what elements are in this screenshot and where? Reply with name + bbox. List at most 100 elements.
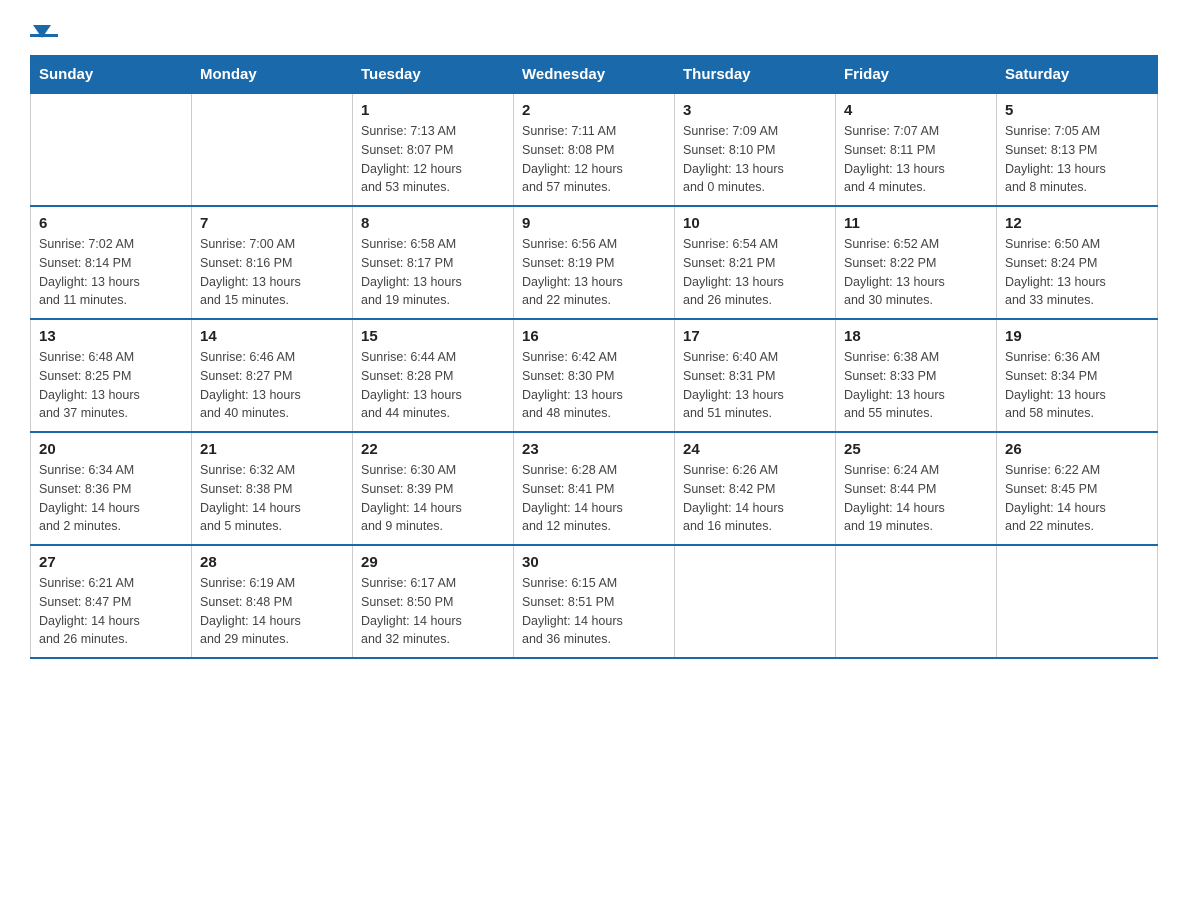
day-number: 20 — [39, 441, 183, 458]
calendar-cell: 3 Sunrise: 7:09 AMSunset: 8:10 PMDaylight… — [675, 94, 836, 207]
day-info: Sunrise: 7:02 AMSunset: 8:14 PMDaylight:… — [39, 235, 183, 310]
calendar-cell: 2 Sunrise: 7:11 AMSunset: 8:08 PMDaylight… — [514, 94, 675, 207]
calendar-cell: 22 Sunrise: 6:30 AMSunset: 8:39 PMDayligh… — [353, 432, 514, 545]
day-number: 1 — [361, 102, 505, 119]
day-number: 16 — [522, 328, 666, 345]
day-number: 6 — [39, 215, 183, 232]
day-info: Sunrise: 6:58 AMSunset: 8:17 PMDaylight:… — [361, 235, 505, 310]
day-number: 25 — [844, 441, 988, 458]
day-info: Sunrise: 6:54 AMSunset: 8:21 PMDaylight:… — [683, 235, 827, 310]
day-info: Sunrise: 6:34 AMSunset: 8:36 PMDaylight:… — [39, 461, 183, 536]
day-number: 17 — [683, 328, 827, 345]
calendar-cell: 19Sunrise: 6:36 AMSunset: 8:34 PMDayligh… — [997, 319, 1158, 432]
header-wednesday: Wednesday — [514, 56, 675, 94]
day-number: 27 — [39, 554, 183, 571]
day-number: 24 — [683, 441, 827, 458]
day-number: 11 — [844, 215, 988, 232]
calendar-cell: 11 Sunrise: 6:52 AMSunset: 8:22 PMDayligh… — [836, 206, 997, 319]
day-number: 14 — [200, 328, 344, 345]
day-number: 9 — [522, 215, 666, 232]
day-number: 28 — [200, 554, 344, 571]
calendar-cell: 12 Sunrise: 6:50 AMSunset: 8:24 PMDayligh… — [997, 206, 1158, 319]
calendar-table: SundayMondayTuesdayWednesdayThursdayFrid… — [30, 55, 1158, 659]
day-number: 22 — [361, 441, 505, 458]
calendar-cell — [836, 545, 997, 658]
calendar-week-row: 6 Sunrise: 7:02 AMSunset: 8:14 PMDaylight… — [31, 206, 1158, 319]
calendar-cell — [997, 545, 1158, 658]
calendar-cell: 25 Sunrise: 6:24 AMSunset: 8:44 PMDayligh… — [836, 432, 997, 545]
header-monday: Monday — [192, 56, 353, 94]
calendar-cell: 1Sunrise: 7:13 AMSunset: 8:07 PMDaylight… — [353, 94, 514, 207]
header-sunday: Sunday — [31, 56, 192, 94]
day-info: Sunrise: 6:30 AMSunset: 8:39 PMDaylight:… — [361, 461, 505, 536]
day-info: Sunrise: 7:09 AMSunset: 8:10 PMDaylight:… — [683, 122, 827, 197]
day-info: Sunrise: 6:52 AMSunset: 8:22 PMDaylight:… — [844, 235, 988, 310]
header-saturday: Saturday — [997, 56, 1158, 94]
calendar-cell: 14 Sunrise: 6:46 AMSunset: 8:27 PMDayligh… — [192, 319, 353, 432]
day-info: Sunrise: 7:11 AMSunset: 8:08 PMDaylight:… — [522, 122, 666, 197]
day-info: Sunrise: 6:17 AMSunset: 8:50 PMDaylight:… — [361, 574, 505, 649]
header-thursday: Thursday — [675, 56, 836, 94]
day-info: Sunrise: 6:44 AMSunset: 8:28 PMDaylight:… — [361, 348, 505, 423]
calendar-cell — [675, 545, 836, 658]
day-number: 5 — [1005, 102, 1149, 119]
day-number: 29 — [361, 554, 505, 571]
calendar-week-row: 27 Sunrise: 6:21 AMSunset: 8:47 PMDayligh… — [31, 545, 1158, 658]
calendar-cell: 29 Sunrise: 6:17 AMSunset: 8:50 PMDayligh… — [353, 545, 514, 658]
day-number: 23 — [522, 441, 666, 458]
day-number: 7 — [200, 215, 344, 232]
calendar-week-row: 1Sunrise: 7:13 AMSunset: 8:07 PMDaylight… — [31, 94, 1158, 207]
calendar-cell: 10 Sunrise: 6:54 AMSunset: 8:21 PMDayligh… — [675, 206, 836, 319]
day-info: Sunrise: 6:40 AMSunset: 8:31 PMDaylight:… — [683, 348, 827, 423]
day-info: Sunrise: 6:15 AMSunset: 8:51 PMDaylight:… — [522, 574, 666, 649]
calendar-cell: 24 Sunrise: 6:26 AMSunset: 8:42 PMDayligh… — [675, 432, 836, 545]
calendar-header-row: SundayMondayTuesdayWednesdayThursdayFrid… — [31, 56, 1158, 94]
calendar-cell: 26 Sunrise: 6:22 AMSunset: 8:45 PMDayligh… — [997, 432, 1158, 545]
day-info: Sunrise: 6:32 AMSunset: 8:38 PMDaylight:… — [200, 461, 344, 536]
calendar-cell: 8 Sunrise: 6:58 AMSunset: 8:17 PMDaylight… — [353, 206, 514, 319]
calendar-cell: 20 Sunrise: 6:34 AMSunset: 8:36 PMDayligh… — [31, 432, 192, 545]
logo — [30, 20, 58, 37]
day-info: Sunrise: 6:38 AMSunset: 8:33 PMDaylight:… — [844, 348, 988, 423]
day-number: 8 — [361, 215, 505, 232]
logo-triangle-icon — [33, 25, 51, 38]
day-number: 2 — [522, 102, 666, 119]
page-header — [30, 20, 1158, 37]
calendar-week-row: 20 Sunrise: 6:34 AMSunset: 8:36 PMDayligh… — [31, 432, 1158, 545]
calendar-cell: 28 Sunrise: 6:19 AMSunset: 8:48 PMDayligh… — [192, 545, 353, 658]
calendar-cell: 6 Sunrise: 7:02 AMSunset: 8:14 PMDaylight… — [31, 206, 192, 319]
day-info: Sunrise: 7:05 AMSunset: 8:13 PMDaylight:… — [1005, 122, 1149, 197]
calendar-cell: 15 Sunrise: 6:44 AMSunset: 8:28 PMDayligh… — [353, 319, 514, 432]
calendar-cell: 30 Sunrise: 6:15 AMSunset: 8:51 PMDayligh… — [514, 545, 675, 658]
header-tuesday: Tuesday — [353, 56, 514, 94]
day-info: Sunrise: 6:26 AMSunset: 8:42 PMDaylight:… — [683, 461, 827, 536]
day-number: 26 — [1005, 441, 1149, 458]
day-info: Sunrise: 7:00 AMSunset: 8:16 PMDaylight:… — [200, 235, 344, 310]
calendar-cell — [192, 94, 353, 207]
day-info: Sunrise: 6:42 AMSunset: 8:30 PMDaylight:… — [522, 348, 666, 423]
day-info: Sunrise: 7:07 AMSunset: 8:11 PMDaylight:… — [844, 122, 988, 197]
calendar-cell: 27 Sunrise: 6:21 AMSunset: 8:47 PMDayligh… — [31, 545, 192, 658]
day-info: Sunrise: 6:22 AMSunset: 8:45 PMDaylight:… — [1005, 461, 1149, 536]
day-number: 4 — [844, 102, 988, 119]
day-info: Sunrise: 6:56 AMSunset: 8:19 PMDaylight:… — [522, 235, 666, 310]
day-info: Sunrise: 6:19 AMSunset: 8:48 PMDaylight:… — [200, 574, 344, 649]
calendar-week-row: 13Sunrise: 6:48 AMSunset: 8:25 PMDayligh… — [31, 319, 1158, 432]
day-info: Sunrise: 6:46 AMSunset: 8:27 PMDaylight:… — [200, 348, 344, 423]
calendar-cell: 13Sunrise: 6:48 AMSunset: 8:25 PMDayligh… — [31, 319, 192, 432]
day-number: 10 — [683, 215, 827, 232]
day-number: 12 — [1005, 215, 1149, 232]
day-info: Sunrise: 6:24 AMSunset: 8:44 PMDaylight:… — [844, 461, 988, 536]
calendar-cell: 21 Sunrise: 6:32 AMSunset: 8:38 PMDayligh… — [192, 432, 353, 545]
day-info: Sunrise: 6:28 AMSunset: 8:41 PMDaylight:… — [522, 461, 666, 536]
day-number: 21 — [200, 441, 344, 458]
day-info: Sunrise: 6:50 AMSunset: 8:24 PMDaylight:… — [1005, 235, 1149, 310]
calendar-cell: 23 Sunrise: 6:28 AMSunset: 8:41 PMDayligh… — [514, 432, 675, 545]
day-number: 19 — [1005, 328, 1149, 345]
day-number: 30 — [522, 554, 666, 571]
calendar-cell: 7 Sunrise: 7:00 AMSunset: 8:16 PMDaylight… — [192, 206, 353, 319]
day-number: 13 — [39, 328, 183, 345]
day-number: 15 — [361, 328, 505, 345]
day-info: Sunrise: 6:21 AMSunset: 8:47 PMDaylight:… — [39, 574, 183, 649]
day-number: 3 — [683, 102, 827, 119]
